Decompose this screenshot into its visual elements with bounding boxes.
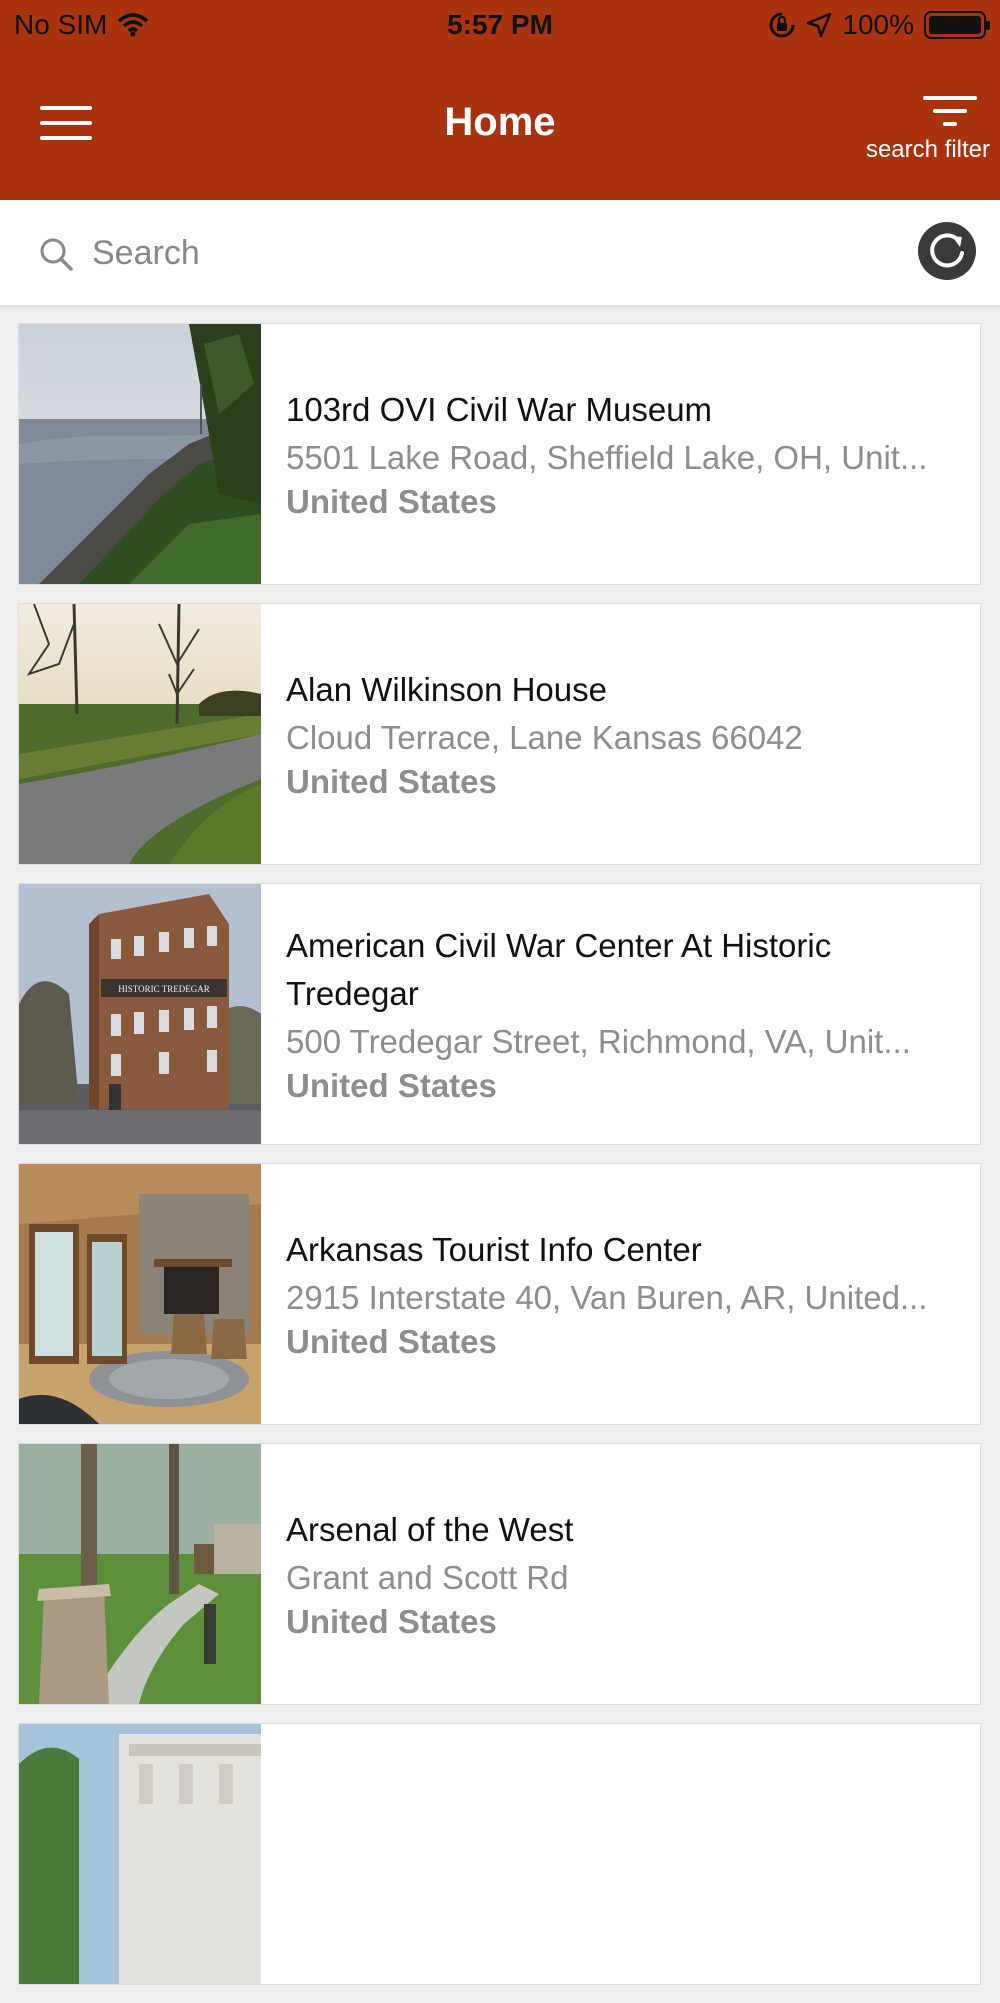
list-item-text: Arsenal of the West Grant and Scott Rd U…	[286, 1444, 962, 1704]
status-bar: No SIM 5:57 PM 100%	[0, 0, 1000, 50]
search-input[interactable]	[92, 228, 892, 278]
battery-percent: 100%	[842, 9, 914, 40]
search-filter-button[interactable]: search filter	[860, 96, 990, 166]
refresh-button[interactable]	[918, 222, 976, 280]
place-title: American Civil War Center At Historic Tr…	[286, 927, 832, 1012]
filter-icon	[923, 96, 979, 132]
place-title: Arkansas Tourist Info Center	[286, 1231, 702, 1268]
search-bar	[0, 200, 1000, 306]
list-item-text: 103rd OVI Civil War Museum 5501 Lake Roa…	[286, 324, 962, 584]
location-arrow-icon	[807, 12, 832, 38]
list-item-text: American Civil War Center At Historic Tr…	[286, 884, 962, 1144]
place-country: United States	[286, 1603, 497, 1640]
list-item-text: Alan Wilkinson House Cloud Terrace, Lane…	[286, 604, 962, 864]
thumbnail-image: HISTORIC TREDEGAR	[19, 884, 261, 1144]
page-title: Home	[444, 100, 556, 144]
thumbnail-image	[19, 1444, 261, 1704]
place-title: Alan Wilkinson House	[286, 671, 607, 708]
search-filter-label: search filter	[865, 136, 990, 163]
search-icon	[40, 238, 73, 271]
thumbnail-image	[19, 1724, 261, 1984]
place-country: United States	[286, 1067, 497, 1104]
refresh-icon	[930, 233, 964, 268]
place-title: Arsenal of the West	[286, 1511, 574, 1548]
building-sign-text: HISTORIC TREDEGAR	[118, 984, 209, 994]
thumbnail-image	[19, 1164, 261, 1424]
place-country: United States	[286, 763, 497, 800]
place-address: 2915 Interstate 40, Van Buren, AR, Unite…	[286, 1279, 928, 1316]
place-address: Grant and Scott Rd	[286, 1559, 569, 1596]
list-item[interactable]: Alan Wilkinson House Cloud Terrace, Lane…	[18, 603, 981, 865]
place-address: 5501 Lake Road, Sheffield Lake, OH, Unit…	[286, 439, 928, 476]
thumbnail-image	[19, 604, 261, 864]
status-right: 100%	[768, 9, 990, 41]
list-item[interactable]: 103rd OVI Civil War Museum 5501 Lake Roa…	[18, 323, 981, 585]
place-country: United States	[286, 483, 497, 520]
battery-icon	[924, 11, 990, 39]
thumbnail-image	[19, 324, 261, 584]
place-address: Cloud Terrace, Lane Kansas 66042	[286, 719, 803, 756]
orientation-lock-icon	[769, 12, 795, 38]
place-title: 103rd OVI Civil War Museum	[286, 391, 713, 428]
list-item-text: Arkansas Tourist Info Center 2915 Inters…	[286, 1164, 962, 1424]
list-item[interactable]	[18, 1723, 981, 1985]
list-item[interactable]: Arsenal of the West Grant and Scott Rd U…	[18, 1443, 981, 1705]
list-item[interactable]: HISTORIC TREDEGAR American Civil War Cen…	[18, 883, 981, 1145]
navigation-bar: Home search filter	[0, 50, 1000, 200]
places-list: 103rd OVI Civil War Museum 5501 Lake Roa…	[18, 323, 981, 2003]
place-address: 500 Tredegar Street, Richmond, VA, Unit.…	[286, 1023, 911, 1060]
place-country: United States	[286, 1323, 497, 1360]
list-item-text	[286, 1724, 962, 1984]
list-item[interactable]: Arkansas Tourist Info Center 2915 Inters…	[18, 1163, 981, 1425]
